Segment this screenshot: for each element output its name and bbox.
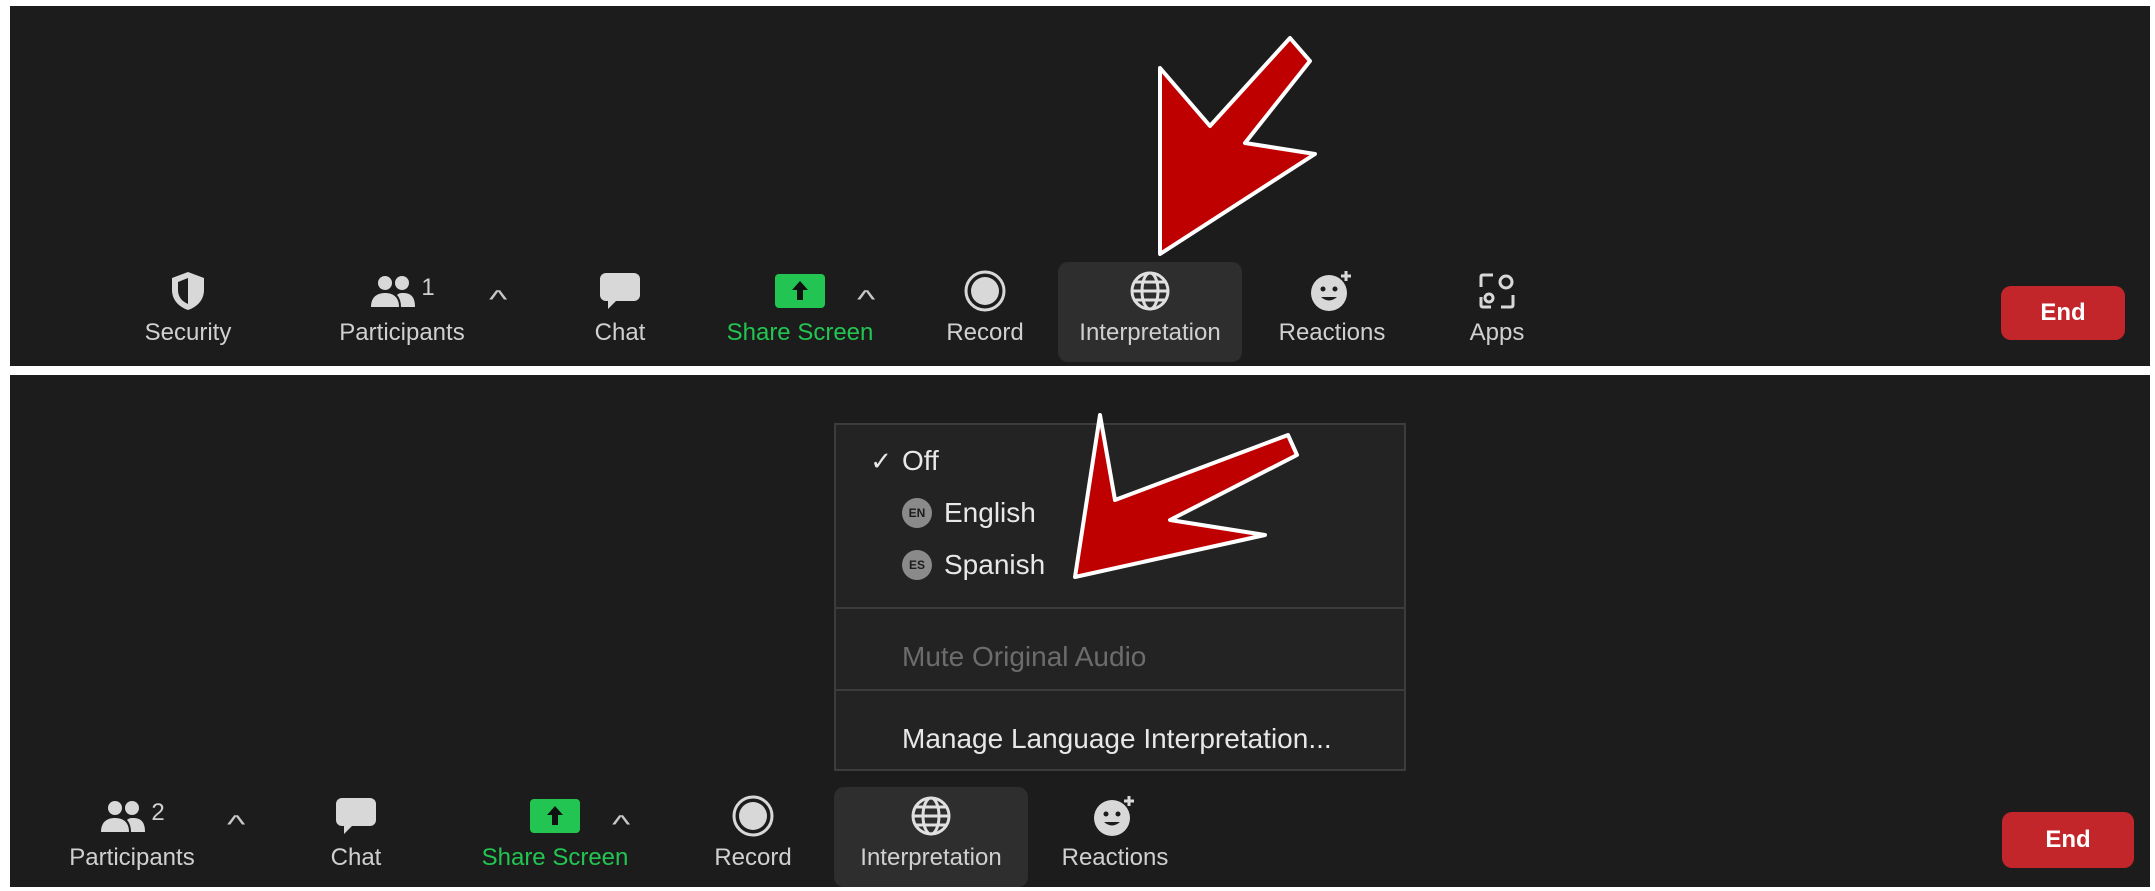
people-icon xyxy=(371,276,416,307)
menu-item-manage-interpretation[interactable]: Manage Language Interpretation... xyxy=(836,715,1404,763)
interpretation-label: Interpretation xyxy=(860,844,1002,871)
shield-icon xyxy=(172,272,204,310)
chat-button[interactable]: Chat xyxy=(580,268,660,348)
checkmark-icon: ✓ xyxy=(870,445,892,476)
security-button[interactable]: Security xyxy=(118,268,258,348)
interpretation-label: Interpretation xyxy=(1079,319,1221,346)
apps-label: Apps xyxy=(1469,319,1525,346)
red-arrow-annotation xyxy=(1158,36,1317,256)
reactions-label: Reactions xyxy=(1278,319,1386,346)
globe-icon xyxy=(1130,271,1170,311)
share-screen-icon xyxy=(775,274,825,308)
participants-options-chevron-up-icon[interactable]: ^ xyxy=(489,286,507,312)
off-label: Off xyxy=(902,445,939,476)
share-screen-icon xyxy=(530,799,580,833)
record-button[interactable]: Record xyxy=(935,268,1035,348)
share-screen-label: Share Screen xyxy=(726,319,874,346)
mute-original-audio-label: Mute Original Audio xyxy=(902,641,1147,672)
participants-button[interactable]: 1 Participants xyxy=(322,268,482,348)
menu-item-mute-original-audio: Mute Original Audio xyxy=(836,633,1404,681)
end-label: End xyxy=(2045,826,2091,853)
chat-button[interactable]: Chat xyxy=(316,793,396,873)
participants-button[interactable]: 2 Participants xyxy=(52,793,212,873)
participants-label: Participants xyxy=(69,844,195,871)
spanish-label: Spanish xyxy=(944,549,1046,580)
red-arrow-annotation xyxy=(1073,413,1299,579)
people-icon xyxy=(101,801,146,832)
reactions-label: Reactions xyxy=(1061,844,1169,871)
chat-label: Chat xyxy=(594,319,646,346)
chat-bubble-icon xyxy=(600,273,640,309)
end-label: End xyxy=(2040,299,2086,326)
meeting-window-bottom: ✓ Off EN English ES Spanish Mute Origina… xyxy=(10,375,2150,887)
security-label: Security xyxy=(144,319,232,346)
chat-bubble-icon xyxy=(336,798,376,834)
participants-count: 2 xyxy=(151,799,165,826)
reaction-smiley-icon xyxy=(1311,271,1351,311)
reactions-button[interactable]: Reactions xyxy=(1272,268,1392,348)
share-options-chevron-up-icon[interactable]: ^ xyxy=(612,811,630,837)
participants-label: Participants xyxy=(339,319,465,346)
apps-icon xyxy=(1479,273,1515,309)
english-badge-icon: EN xyxy=(902,498,932,528)
record-icon xyxy=(732,795,774,837)
chat-label: Chat xyxy=(330,844,382,871)
participants-options-chevron-up-icon[interactable]: ^ xyxy=(227,811,245,837)
end-meeting-button[interactable]: End xyxy=(2002,812,2134,868)
english-label: English xyxy=(944,497,1036,528)
share-options-chevron-up-icon[interactable]: ^ xyxy=(857,286,875,312)
apps-button[interactable]: Apps xyxy=(1457,268,1537,348)
spanish-badge-icon: ES xyxy=(902,550,932,580)
interpretation-button[interactable]: Interpretation xyxy=(834,787,1028,887)
menu-divider xyxy=(836,607,1404,609)
reaction-smiley-icon xyxy=(1094,796,1134,836)
reactions-button[interactable]: Reactions xyxy=(1055,793,1175,873)
manage-interpretation-label: Manage Language Interpretation... xyxy=(902,723,1332,754)
record-label: Record xyxy=(946,319,1024,346)
record-button[interactable]: Record xyxy=(703,793,803,873)
menu-divider xyxy=(836,689,1404,691)
share-screen-label: Share Screen xyxy=(481,844,629,871)
end-meeting-button[interactable]: End xyxy=(2001,286,2125,340)
globe-icon xyxy=(911,796,951,836)
record-icon xyxy=(964,270,1006,312)
meeting-window-top: Security 1 Participants ^ Chat Share Scr… xyxy=(10,6,2150,366)
interpretation-button[interactable]: Interpretation xyxy=(1058,262,1242,362)
record-label: Record xyxy=(714,844,792,871)
participants-count: 1 xyxy=(421,274,435,301)
